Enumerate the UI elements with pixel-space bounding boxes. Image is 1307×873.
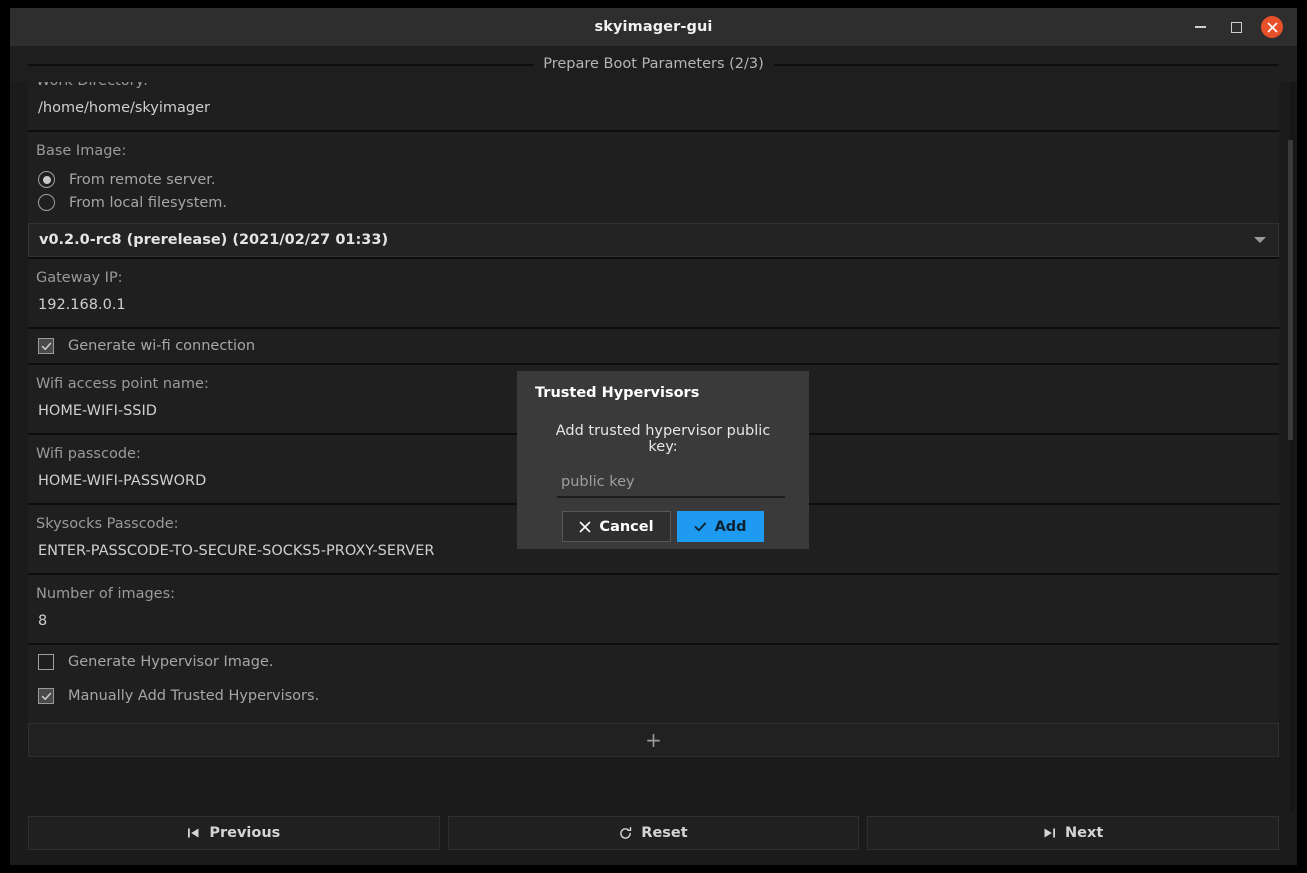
close-button[interactable] bbox=[1261, 16, 1283, 38]
number-of-images-input[interactable]: 8 bbox=[28, 611, 1279, 643]
radio-unselected-icon bbox=[38, 194, 55, 211]
add-hypervisor-button[interactable]: + bbox=[28, 723, 1279, 757]
maximize-button[interactable] bbox=[1225, 16, 1247, 38]
step-header: Prepare Boot Parameters (2/3) bbox=[10, 46, 1297, 82]
field-hypervisor-options: Generate Hypervisor Image. Manually Add … bbox=[28, 645, 1279, 757]
bottom-navigation: Previous Reset Next bbox=[10, 811, 1297, 865]
skip-back-icon bbox=[187, 827, 200, 839]
checkbox-checked-icon bbox=[38, 688, 54, 704]
dialog-buttons: Cancel Add bbox=[539, 511, 787, 542]
dialog-title: Trusted Hypervisors bbox=[535, 385, 700, 401]
scrollbar-thumb[interactable] bbox=[1288, 140, 1293, 440]
minimize-button[interactable] bbox=[1189, 16, 1211, 38]
checkbox-manually-add-hypervisors-label: Manually Add Trusted Hypervisors. bbox=[68, 688, 320, 704]
checkbox-generate-wifi[interactable]: Generate wi-fi connection bbox=[28, 329, 1279, 363]
checkbox-generate-wifi-label: Generate wi-fi connection bbox=[68, 338, 256, 354]
next-button-label: Next bbox=[1065, 825, 1104, 841]
field-generate-wifi: Generate wi-fi connection bbox=[28, 329, 1279, 365]
form-bottom-spacer bbox=[28, 757, 1279, 781]
next-button[interactable]: Next bbox=[867, 816, 1280, 850]
application-window: skyimager-gui Prepare Boot Parameters (2… bbox=[10, 8, 1297, 865]
field-gateway-ip: Gateway IP: 192.168.0.1 bbox=[28, 259, 1279, 329]
maximize-icon bbox=[1230, 21, 1242, 33]
plus-icon: + bbox=[645, 728, 662, 752]
checkbox-generate-hypervisor-image-label: Generate Hypervisor Image. bbox=[68, 654, 274, 670]
add-button-label: Add bbox=[714, 518, 747, 535]
reset-button-label: Reset bbox=[641, 825, 688, 841]
radio-from-remote-server-label: From remote server. bbox=[69, 171, 216, 188]
base-image-version-select[interactable]: v0.2.0-rc8 (prerelease) (2021/02/27 01:3… bbox=[28, 223, 1279, 257]
previous-button-label: Previous bbox=[209, 825, 281, 841]
title-bar: skyimager-gui bbox=[10, 8, 1297, 46]
gateway-ip-input[interactable]: 192.168.0.1 bbox=[28, 295, 1279, 327]
checkbox-manually-add-hypervisors[interactable]: Manually Add Trusted Hypervisors. bbox=[28, 679, 1279, 713]
radio-from-local-filesystem[interactable]: From local filesystem. bbox=[28, 191, 1279, 214]
reset-button[interactable]: Reset bbox=[447, 816, 860, 850]
work-directory-label: Work Directory: bbox=[28, 82, 1279, 98]
radio-from-local-filesystem-label: From local filesystem. bbox=[69, 194, 228, 211]
refresh-icon bbox=[619, 826, 632, 840]
field-base-image: Base Image: From remote server. From loc… bbox=[28, 132, 1279, 259]
trusted-hypervisors-dialog: Trusted Hypervisors Add trusted hypervis… bbox=[517, 371, 809, 549]
base-image-label: Base Image: bbox=[36, 143, 127, 159]
scrollbar-track[interactable] bbox=[1288, 82, 1295, 811]
radio-from-remote-server[interactable]: From remote server. bbox=[28, 168, 1279, 191]
public-key-input-placeholder: public key bbox=[561, 474, 635, 490]
add-button[interactable]: Add bbox=[676, 511, 764, 542]
work-directory-input[interactable]: /home/home/skyimager bbox=[28, 98, 1279, 130]
checkbox-checked-icon bbox=[38, 338, 54, 354]
step-header-title: Prepare Boot Parameters (2/3) bbox=[533, 56, 774, 72]
number-of-images-label: Number of images: bbox=[36, 586, 176, 602]
dialog-prompt: Add trusted hypervisor public key: bbox=[555, 423, 771, 455]
field-number-of-images: Number of images: 8 bbox=[28, 575, 1279, 645]
close-icon bbox=[1261, 16, 1283, 38]
close-x-icon bbox=[579, 521, 591, 533]
gateway-ip-label: Gateway IP: bbox=[36, 270, 123, 286]
window-title: skyimager-gui bbox=[594, 19, 713, 35]
field-work-directory: Work Directory: /home/home/skyimager bbox=[28, 82, 1279, 132]
radio-selected-icon bbox=[38, 171, 55, 188]
check-icon bbox=[694, 521, 707, 533]
chevron-down-icon bbox=[1254, 237, 1266, 243]
cancel-button-label: Cancel bbox=[599, 518, 654, 535]
minimize-icon bbox=[1194, 26, 1206, 28]
checkbox-unchecked-icon bbox=[38, 654, 54, 670]
public-key-input[interactable]: public key bbox=[557, 471, 785, 498]
window-controls bbox=[1189, 8, 1291, 46]
checkbox-generate-hypervisor-image[interactable]: Generate Hypervisor Image. bbox=[28, 645, 1279, 679]
skip-forward-icon bbox=[1043, 827, 1056, 839]
cancel-button[interactable]: Cancel bbox=[562, 511, 671, 542]
base-image-version-value: v0.2.0-rc8 (prerelease) (2021/02/27 01:3… bbox=[39, 232, 389, 248]
previous-button[interactable]: Previous bbox=[28, 816, 440, 850]
